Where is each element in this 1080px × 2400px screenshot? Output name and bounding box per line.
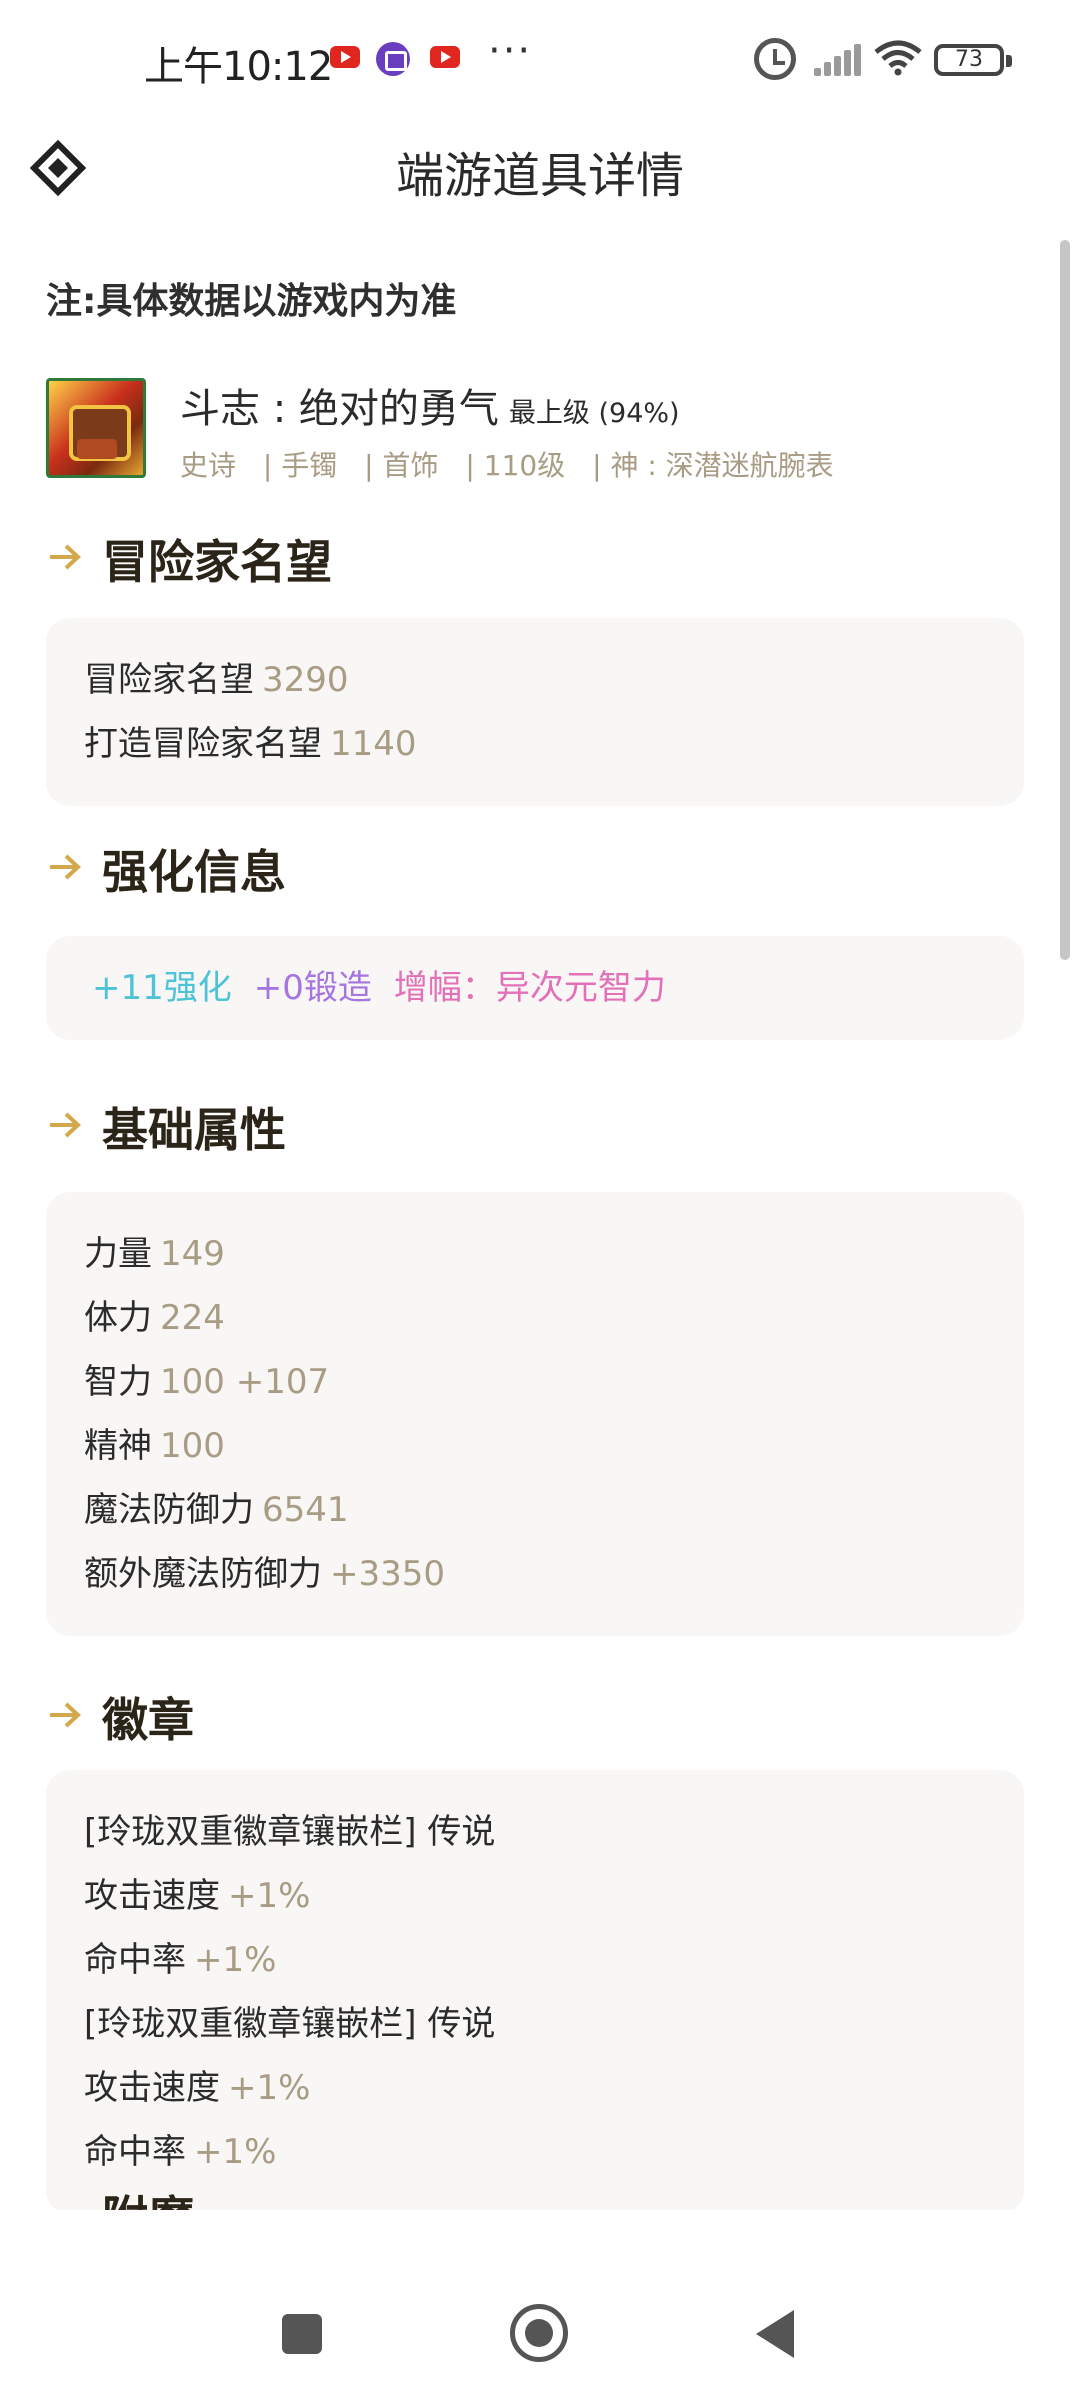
attribute-row: 精神 100 bbox=[84, 1426, 225, 1466]
battery-icon: 73 bbox=[934, 44, 1012, 76]
attribute-row: 力量 149 bbox=[84, 1234, 225, 1274]
news-notification-icon bbox=[376, 42, 410, 76]
emblem-row: 命中率 +1% bbox=[84, 2132, 277, 2172]
section-emblem-title: 徽章 bbox=[102, 1693, 194, 1747]
amplify-info: 增幅：异次元智力 bbox=[393, 968, 666, 1008]
app-header: 端游道具详情 bbox=[0, 120, 1080, 220]
arrow-right-icon bbox=[50, 854, 81, 880]
arrow-right-icon bbox=[50, 544, 81, 570]
youtube-notification-icon bbox=[330, 46, 360, 68]
data-disclaimer: 注:具体数据以游戏内为准 bbox=[46, 281, 457, 322]
attribute-row: 额外魔法防御力 +3350 bbox=[84, 1554, 446, 1594]
item-tag-level: | 110级 bbox=[465, 449, 566, 482]
emblem-row: [玲珑双重徽章镶嵌栏] 传说 bbox=[84, 1812, 496, 1852]
detail-content[interactable]: 注:具体数据以游戏内为准 斗志 : 绝对的勇气 最上级 (94%) 史诗 | 手镯… bbox=[0, 240, 1080, 2210]
attribute-row: 魔法防御力 6541 bbox=[84, 1490, 349, 1530]
item-grade: 最上级 (94%) bbox=[508, 398, 680, 429]
system-nav-bar bbox=[0, 2260, 1080, 2400]
section-enhance-title: 强化信息 bbox=[102, 845, 286, 899]
attribute-row: 智力 100 +107 bbox=[84, 1362, 330, 1402]
scrollbar[interactable] bbox=[1060, 240, 1070, 960]
back-triangle-icon[interactable] bbox=[756, 2310, 794, 2358]
reputation-card: 冒险家名望 3290 打造冒险家名望 1140 bbox=[46, 618, 1024, 806]
emblem-row: 命中率 +1% bbox=[84, 1940, 277, 1980]
emblem-card: [玲珑双重徽章镶嵌栏] 传说 攻击速度 +1% 命中率 +1% [玲珑双重徽章镶嵌栏… bbox=[46, 1770, 1024, 2210]
section-reputation-title: 冒险家名望 bbox=[102, 535, 332, 589]
item-summary: 斗志 : 绝对的勇气 最上级 (94%) 史诗 | 手镯 | 首饰 | 110级 … bbox=[46, 378, 1036, 482]
section-base-title: 基础属性 bbox=[102, 1103, 286, 1157]
more-notifications-icon: ··· bbox=[488, 28, 533, 74]
item-tag-category: | 首饰 bbox=[364, 449, 439, 482]
item-name-text: 斗志 : 绝对的勇气 bbox=[180, 386, 499, 432]
signal-icon bbox=[814, 44, 864, 76]
arrow-right-icon bbox=[50, 1702, 81, 1728]
bracelet-item-icon bbox=[46, 378, 146, 478]
recents-square-icon[interactable] bbox=[282, 2314, 322, 2354]
base-attributes-card: 力量 149 体力 224 智力 100 +107 精神 100 魔法防御力 6541 额… bbox=[46, 1192, 1024, 1636]
emblem-row: [玲珑双重徽章镶嵌栏] 传说 bbox=[84, 2004, 496, 2044]
enhance-card: +11强化 +0锻造 增幅：异次元智力 bbox=[46, 936, 1024, 1040]
reputation-row: 冒险家名望 3290 bbox=[84, 660, 349, 700]
forge-level: +0锻造 bbox=[253, 968, 372, 1008]
item-tag-origin: | 神 : 深潜迷航腕表 bbox=[592, 449, 834, 482]
attribute-row: 体力 224 bbox=[84, 1298, 225, 1338]
wifi-icon bbox=[874, 40, 922, 76]
reputation-row: 打造冒险家名望 1140 bbox=[84, 724, 417, 764]
item-tag-rarity: 史诗 bbox=[180, 449, 237, 482]
status-time: 上午10:12 bbox=[144, 44, 333, 90]
item-name: 斗志 : 绝对的勇气 最上级 (94%) bbox=[180, 376, 680, 434]
alarm-icon bbox=[754, 38, 796, 80]
enhance-row: +11强化 +0锻造 增幅：异次元智力 bbox=[84, 956, 986, 1020]
page-title: 端游道具详情 bbox=[395, 148, 684, 204]
item-tags: 史诗 | 手镯 | 首饰 | 110级 | 神 : 深潜迷航腕表 bbox=[180, 444, 852, 484]
youtube-notification-icon-2 bbox=[430, 46, 460, 68]
arrow-right-icon bbox=[50, 1112, 81, 1138]
status-bar: 上午10:12 ··· 73 bbox=[0, 0, 1080, 120]
reinforce-level: +11强化 bbox=[92, 968, 232, 1008]
item-tag-type: | 手镯 bbox=[262, 449, 338, 482]
emblem-row: 攻击速度 +1% bbox=[84, 2068, 311, 2108]
section-next-title: 附魔 bbox=[102, 2182, 194, 2210]
emblem-row: 攻击速度 +1% bbox=[84, 1876, 311, 1916]
home-circle-icon[interactable] bbox=[510, 2304, 568, 2362]
